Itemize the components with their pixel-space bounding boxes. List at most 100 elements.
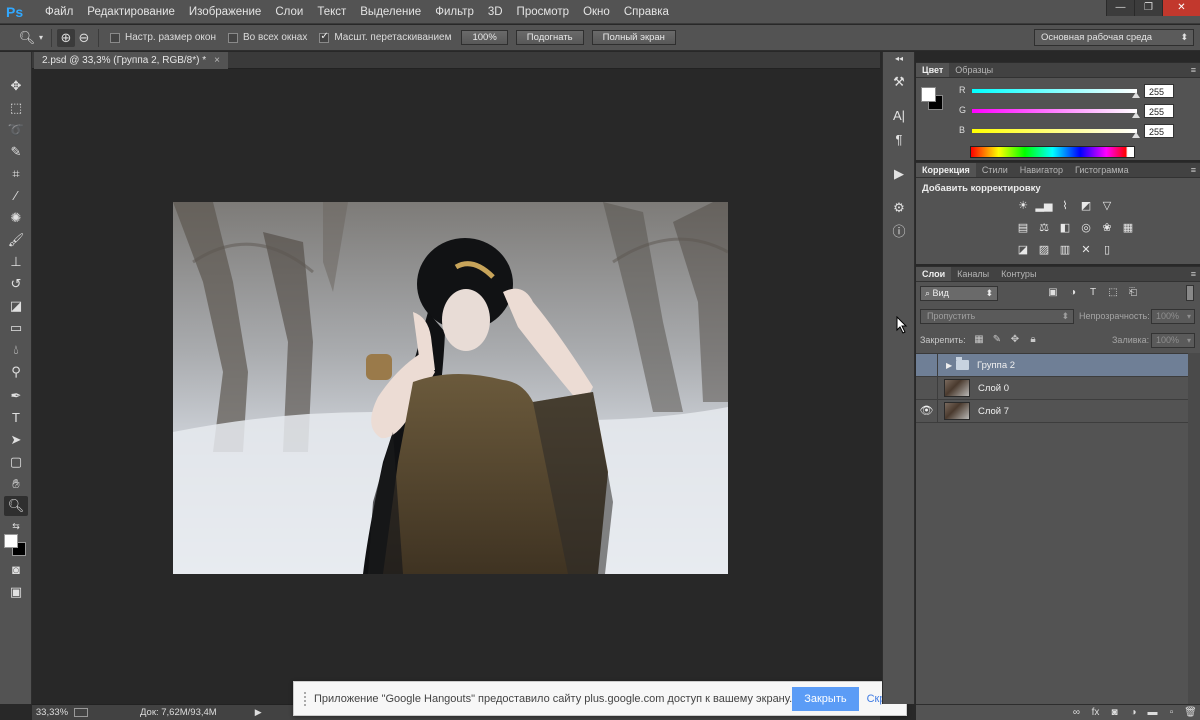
clone-stamp-tool-icon[interactable]: ⊥ (4, 252, 28, 272)
menu-3d[interactable]: 3D (481, 0, 510, 24)
document-photo[interactable] (173, 202, 728, 574)
layer-filter-select[interactable]: ⌕ Вид ⬍ (920, 286, 998, 301)
checkbox-box[interactable] (319, 31, 330, 43)
export-icon[interactable] (74, 708, 88, 717)
fill-input[interactable]: 100% ▾ (1151, 333, 1195, 348)
paragraph-panel-icon[interactable]: ¶ (888, 130, 910, 150)
panel-menu-icon[interactable]: ≡ (1191, 163, 1196, 178)
eye-icon[interactable]: 👁︎ (916, 399, 938, 423)
close-window-button[interactable]: ✕ (1162, 0, 1200, 16)
maximize-button[interactable]: ❐ (1134, 0, 1162, 16)
path-selection-tool-icon[interactable]: ➤ (4, 430, 28, 450)
layers-scrollbar[interactable] (1188, 353, 1200, 705)
menu-view[interactable]: Просмотр (510, 0, 577, 24)
type-tool-icon[interactable]: T (4, 408, 28, 428)
layer-row-group-2[interactable]: ▶ Группа 2 (916, 353, 1188, 377)
invert-icon[interactable]: ◪ (1014, 242, 1032, 258)
tab-color[interactable]: Цвет (916, 63, 950, 77)
levels-icon[interactable]: ▂▅ (1035, 198, 1053, 214)
foreground-color-swatch[interactable] (4, 534, 18, 548)
slider-g-value[interactable]: 255 (1144, 104, 1174, 118)
scrubby-zoom-checkbox[interactable]: Масшт. перетаскиванием (319, 31, 451, 43)
color-spectrum-bar[interactable] (970, 146, 1135, 158)
lock-image-icon[interactable]: ✎ (990, 333, 1004, 347)
channel-mixer-icon[interactable]: ❀ (1098, 220, 1116, 236)
filter-smart-object-icon[interactable]: ⎗ (1126, 286, 1140, 300)
slider-r-track[interactable] (972, 89, 1137, 93)
character-panel-icon[interactable]: A| (888, 106, 910, 126)
quick-select-tool-icon[interactable]: ✎ (4, 142, 28, 162)
lock-transparent-icon[interactable]: ▦ (972, 333, 986, 347)
new-group-icon[interactable]: ▬ (1143, 706, 1162, 720)
menu-file[interactable]: Файл (38, 0, 80, 24)
all-windows-checkbox[interactable]: Во всех окнах (228, 32, 307, 43)
checkbox-box[interactable] (228, 32, 238, 43)
document-tab[interactable]: 2.psd @ 33,3% (Группа 2, RGB/8*) * × (34, 52, 228, 69)
color-balance-icon[interactable]: ⚖ (1035, 220, 1053, 236)
fill-screen-button[interactable]: Полный экран (591, 30, 676, 45)
tab-channels[interactable]: Каналы (951, 267, 995, 281)
tab-navigator[interactable]: Навигатор (1014, 163, 1069, 177)
menu-type[interactable]: Текст (310, 0, 353, 24)
actual-pixels-button[interactable]: 100% (461, 30, 508, 45)
panel-menu-icon[interactable]: ≡ (1191, 63, 1196, 78)
screen-mode-icon[interactable]: ▣ (4, 582, 28, 602)
blend-mode-select[interactable]: Пропустить ⬍ (920, 309, 1074, 324)
slider-r-value[interactable]: 255 (1144, 84, 1174, 98)
close-tab-icon[interactable]: × (214, 55, 220, 66)
marquee-tool-icon[interactable]: ⬚ (4, 98, 28, 118)
zoom-tool-icon[interactable]: 🔍︎ (4, 496, 28, 516)
slider-b-value[interactable]: 255 (1144, 124, 1174, 138)
tab-adjustments[interactable]: Коррекция (916, 163, 976, 177)
checkbox-box[interactable] (110, 32, 120, 43)
crop-tool-icon[interactable]: ⌗ (4, 164, 28, 184)
filter-adjustment-icon[interactable]: ◑ (1066, 286, 1080, 300)
photo-filter-icon[interactable]: ◎ (1077, 220, 1095, 236)
fit-screen-button[interactable]: Подогнать (515, 30, 584, 45)
collapse-arrows-icon[interactable]: ◂◂ (888, 54, 910, 64)
slider-r-thumb[interactable] (1132, 92, 1140, 98)
menu-layers[interactable]: Слои (268, 0, 310, 24)
pen-tool-icon[interactable]: ✒ (4, 386, 28, 406)
new-layer-icon[interactable]: ▫ (1162, 706, 1181, 720)
workspace-select[interactable]: Основная рабочая среда ⬍ (1034, 29, 1194, 46)
dodge-tool-icon[interactable]: ⚲ (4, 362, 28, 382)
new-adjustment-icon[interactable]: ◑ (1124, 706, 1143, 720)
filter-toggle-switch[interactable] (1186, 285, 1194, 301)
minimize-button[interactable]: — (1106, 0, 1134, 16)
color-lookup-icon[interactable]: ▦ (1119, 220, 1137, 236)
selective-color-icon[interactable]: ✕ (1077, 242, 1095, 258)
layer-row-layer-7[interactable]: 👁︎ Слой 7 (916, 399, 1188, 423)
posterize-icon[interactable]: ▨ (1035, 242, 1053, 258)
zoom-tool-preset-icon[interactable]: 🔍︎ (18, 29, 36, 47)
add-mask-icon[interactable]: ◙ (1105, 706, 1124, 720)
opacity-input[interactable]: 100% ▾ (1151, 309, 1195, 324)
quick-mask-icon[interactable]: ◙ (4, 560, 28, 580)
color-foreground-swatch[interactable] (921, 87, 936, 102)
vibrance-icon[interactable]: ▽ (1098, 198, 1116, 214)
history-brush-tool-icon[interactable]: ↺ (4, 274, 28, 294)
menu-select[interactable]: Выделение (353, 0, 428, 24)
status-menu-arrow-icon[interactable]: ▶ (255, 707, 262, 718)
slider-b-track[interactable] (972, 129, 1137, 133)
panel-menu-icon[interactable]: ≡ (1191, 267, 1196, 282)
brightness-contrast-icon[interactable]: ☀ (1014, 198, 1032, 214)
menu-edit[interactable]: Редактирование (80, 0, 182, 24)
menu-filter[interactable]: Фильтр (428, 0, 481, 24)
lock-position-icon[interactable]: ✥ (1008, 333, 1022, 347)
lock-all-icon[interactable]: 🔒︎ (1026, 333, 1040, 347)
lasso-tool-icon[interactable]: ➰ (4, 120, 28, 140)
move-tool-icon[interactable]: ✥ (4, 76, 28, 96)
shape-tool-icon[interactable]: ▢ (4, 452, 28, 472)
visibility-toggle[interactable] (916, 353, 938, 377)
menu-image[interactable]: Изображение (182, 0, 268, 24)
eyedropper-tool-icon[interactable]: ⁄ (4, 186, 28, 206)
preset-dropdown-icon[interactable]: ▾ (36, 29, 46, 47)
tab-styles[interactable]: Стили (976, 163, 1014, 177)
tool-presets-icon[interactable]: ⚒ (888, 72, 910, 92)
tab-histogram[interactable]: Гистограмма (1069, 163, 1135, 177)
threshold-icon[interactable]: ▥ (1056, 242, 1074, 258)
layer-row-layer-0[interactable]: Слой 0 (916, 376, 1188, 400)
menu-help[interactable]: Справка (617, 0, 676, 24)
gradient-tool-icon[interactable]: ▭ (4, 318, 28, 338)
